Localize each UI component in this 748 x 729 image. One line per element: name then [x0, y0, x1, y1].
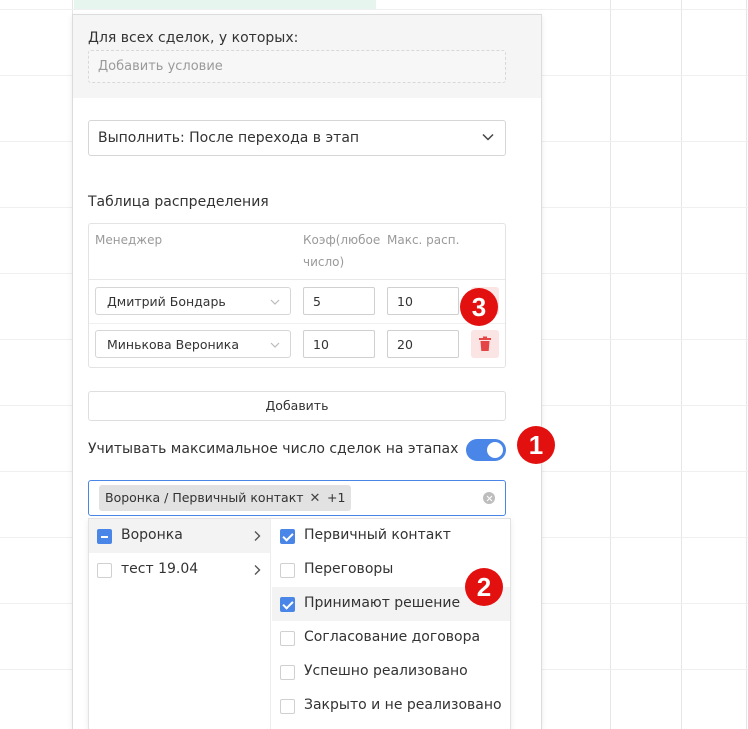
column-header-coef-line2: число)	[303, 255, 345, 269]
execute-trigger-select[interactable]: Выполнить: После перехода в этап	[88, 120, 506, 156]
annotation-badge-3: 3	[460, 288, 498, 326]
pipeline-checkbox[interactable]	[97, 529, 112, 544]
pipeline-item[interactable]: тест 19.04	[89, 553, 270, 587]
conditions-title: Для всех сделок, у которых:	[88, 30, 299, 46]
distribution-table: Менеджер Коэф(любое число) Макс. расп. Д…	[88, 223, 506, 368]
stage-item[interactable]: Закрыто и не реализовано	[272, 689, 510, 723]
more-tags-badge[interactable]: +1	[321, 485, 352, 511]
add-condition-field[interactable]: Добавить условие	[88, 50, 506, 83]
grid-line	[0, 9, 748, 10]
pipeline-list: Воронка тест 19.04	[89, 519, 271, 729]
column-header-max: Макс. расп.	[387, 233, 460, 247]
coef-input[interactable]: 10	[303, 330, 375, 358]
annotation-badge-1: 1	[517, 426, 555, 464]
row-divider	[89, 323, 505, 324]
stage-item[interactable]: Согласование договора	[272, 621, 510, 655]
stage-checkbox[interactable]	[280, 563, 295, 578]
manager-select-value: Дмитрий Бондарь	[107, 294, 226, 309]
selected-stage-tag: Воронка / Первичный контакт ✕	[99, 485, 327, 511]
annotation-badge-2: 2	[465, 568, 503, 606]
stage-list: Первичный контакт Переговоры Принимают р…	[272, 519, 510, 729]
add-row-button[interactable]: Добавить	[88, 391, 506, 421]
stage-checkbox[interactable]	[280, 597, 295, 612]
header-divider	[89, 279, 505, 280]
delete-row-button[interactable]	[471, 330, 499, 358]
distribution-table-title: Таблица распределения	[88, 194, 269, 210]
chevron-right-icon	[254, 565, 261, 575]
clear-icon[interactable]	[483, 492, 495, 504]
chevron-right-icon	[254, 531, 261, 541]
stage-picker-dropdown: Воронка тест 19.04 Первичный контакт Пер…	[88, 518, 511, 729]
stage-limit-toggle[interactable]	[466, 439, 506, 461]
stage-label: Первичный контакт	[304, 527, 451, 543]
pipeline-checkbox[interactable]	[97, 563, 112, 578]
grid-line	[610, 0, 611, 729]
conditions-section: Для всех сделок, у которых: Добавить усл…	[73, 15, 541, 98]
stage-checkbox[interactable]	[280, 631, 295, 646]
remove-tag-icon[interactable]: ✕	[310, 491, 321, 506]
coef-input[interactable]: 5	[303, 287, 375, 315]
max-input[interactable]: 10	[387, 287, 459, 315]
toggle-knob	[487, 442, 503, 458]
trash-icon	[479, 336, 491, 351]
stage-limit-label: Учитывать максимальное число сделок на э…	[88, 441, 459, 457]
grid-line	[746, 0, 747, 729]
pipeline-item[interactable]: Воронка	[89, 519, 270, 553]
max-input[interactable]: 20	[387, 330, 459, 358]
manager-select-value: Минькова Вероника	[107, 337, 240, 352]
execute-trigger-value: Выполнить: После перехода в этап	[98, 130, 360, 146]
chevron-down-icon	[482, 133, 494, 141]
column-header-coef-line1: Коэф(любое	[303, 233, 381, 247]
selected-stage-tag-label: Воронка / Первичный контакт	[105, 490, 304, 505]
stage-checkbox[interactable]	[280, 529, 295, 544]
manager-select[interactable]: Минькова Вероника	[95, 330, 291, 358]
stage-label: Согласование договора	[304, 629, 481, 645]
grid-line	[681, 0, 682, 729]
stage-select-input[interactable]: Воронка / Первичный контакт ✕ +1	[88, 480, 506, 516]
stage-label: Успешно реализовано	[304, 663, 468, 679]
chevron-down-icon	[270, 299, 280, 305]
stage-label: Переговоры	[304, 561, 394, 577]
stage-item[interactable]: Первичный контакт	[272, 519, 510, 553]
stage-item[interactable]: Успешно реализовано	[272, 655, 510, 689]
pipeline-label: Воронка	[121, 527, 183, 543]
stage-label: Закрыто и не реализовано	[304, 697, 502, 713]
stage-label: Принимают решение	[304, 595, 461, 611]
manager-select[interactable]: Дмитрий Бондарь	[95, 287, 291, 315]
chevron-down-icon	[270, 342, 280, 348]
automation-settings-panel: Для всех сделок, у которых: Добавить усл…	[72, 14, 542, 729]
column-header-manager: Менеджер	[95, 233, 163, 247]
stage-checkbox[interactable]	[280, 699, 295, 714]
stage-checkbox[interactable]	[280, 665, 295, 680]
pipeline-label: тест 19.04	[121, 561, 199, 577]
